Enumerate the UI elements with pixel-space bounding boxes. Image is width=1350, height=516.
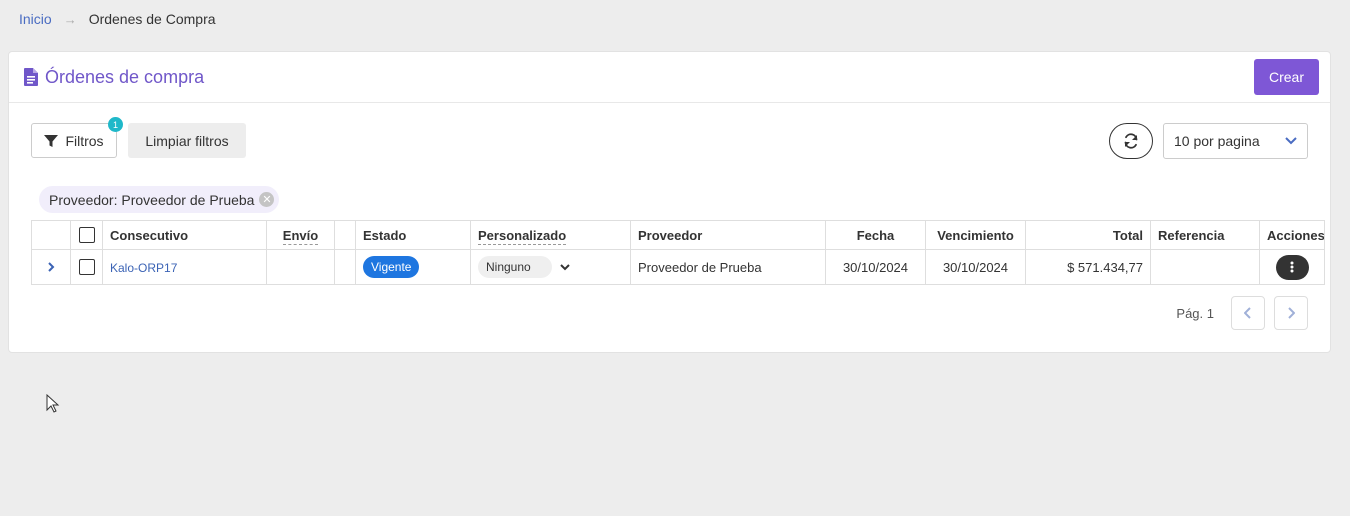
- active-filter-label: Proveedor: Proveedor de Prueba: [49, 191, 255, 208]
- page-title-text: Órdenes de compra: [45, 66, 205, 87]
- panel-header: Órdenes de compra Crear: [9, 52, 1330, 103]
- chevron-right-icon[interactable]: [47, 261, 55, 272]
- mouse-cursor-icon: [46, 394, 60, 413]
- column-proveedor[interactable]: Proveedor: [630, 220, 826, 250]
- filters-count-badge: 1: [108, 117, 123, 132]
- column-fecha[interactable]: Fecha: [825, 220, 926, 250]
- more-vertical-icon: [1290, 261, 1294, 273]
- cell-envio: [266, 249, 335, 285]
- column-consecutivo[interactable]: Consecutivo: [102, 220, 267, 250]
- select-all-checkbox[interactable]: [78, 227, 95, 244]
- chevron-down-icon: [1285, 137, 1297, 145]
- table-row: Kalo-ORP17 Vigente Ninguno Proveedor de …: [31, 249, 1325, 285]
- row-select-cell: [70, 249, 103, 285]
- cell-personalizado: Ninguno: [470, 249, 631, 285]
- order-link[interactable]: Kalo-ORP17: [110, 261, 177, 275]
- column-personalizado-label: Personalizado: [478, 227, 567, 245]
- close-circle-icon[interactable]: ✕: [259, 192, 275, 207]
- toolbar: Filtros 1 Limpiar filtros 10 por pagina: [31, 117, 1308, 159]
- column-spacer: [334, 220, 356, 250]
- previous-page-button[interactable]: [1231, 296, 1265, 330]
- custom-status-select[interactable]: Ninguno: [478, 256, 570, 278]
- cell-acciones: [1259, 249, 1325, 285]
- purchase-orders-table: Consecutivo Envío Estado Personalizado P…: [31, 220, 1325, 285]
- refresh-button[interactable]: [1109, 123, 1153, 159]
- per-page-value: 10 por pagina: [1174, 133, 1260, 149]
- breadcrumb-separator: →: [63, 11, 77, 27]
- filters-button-label: Filtros: [65, 132, 104, 149]
- breadcrumb-current: Ordenes de Compra: [88, 11, 216, 27]
- breadcrumb-home-link[interactable]: Inicio: [19, 11, 52, 27]
- cell-total: $ 571.434,77: [1025, 249, 1151, 285]
- chevron-down-icon: [560, 263, 570, 270]
- cell-proveedor: Proveedor de Prueba: [630, 249, 826, 285]
- column-personalizado[interactable]: Personalizado: [470, 220, 631, 250]
- column-total[interactable]: Total: [1025, 220, 1151, 250]
- column-vencimiento[interactable]: Vencimiento: [925, 220, 1026, 250]
- cell-estado: Vigente: [355, 249, 471, 285]
- column-envio-label: Envío: [282, 227, 319, 245]
- next-page-button[interactable]: [1274, 296, 1308, 330]
- custom-status-value: Ninguno: [478, 256, 552, 278]
- table-header-row: Consecutivo Envío Estado Personalizado P…: [31, 220, 1325, 250]
- row-expand-cell: [31, 249, 71, 285]
- breadcrumb: Inicio → Ordenes de Compra: [19, 11, 216, 27]
- status-badge: Vigente: [363, 256, 420, 278]
- cell-spacer: [334, 249, 356, 285]
- expand-header: [31, 220, 71, 250]
- column-envio[interactable]: Envío: [266, 220, 335, 250]
- per-page-select[interactable]: 10 por pagina: [1163, 123, 1308, 159]
- filters-button[interactable]: Filtros 1: [31, 117, 123, 158]
- refresh-icon: [1124, 133, 1138, 149]
- cell-referencia: [1150, 249, 1260, 285]
- column-estado[interactable]: Estado: [355, 220, 471, 250]
- file-text-icon: [24, 68, 38, 86]
- filter-icon: [44, 134, 59, 147]
- chevron-right-icon: [1288, 307, 1295, 319]
- purchase-orders-panel: Órdenes de compra Crear Filtros 1 Limpia…: [8, 51, 1331, 353]
- column-acciones: Acciones: [1259, 220, 1325, 250]
- select-all-header: [70, 220, 103, 250]
- row-checkbox[interactable]: [78, 259, 95, 276]
- active-filter-chip: Proveedor: Proveedor de Prueba ✕: [39, 186, 280, 213]
- cell-fecha: 30/10/2024: [825, 249, 926, 285]
- page-title: Órdenes de compra: [24, 67, 204, 88]
- page-indicator: Pág. 1: [1176, 305, 1214, 321]
- pagination: Pág. 1: [1176, 296, 1308, 330]
- clear-filters-button[interactable]: Limpiar filtros: [128, 123, 246, 158]
- row-actions-button[interactable]: [1275, 254, 1309, 280]
- column-referencia[interactable]: Referencia: [1150, 220, 1260, 250]
- chevron-left-icon: [1244, 307, 1251, 319]
- cell-consecutivo: Kalo-ORP17: [102, 249, 267, 285]
- cell-vencimiento: 30/10/2024: [925, 249, 1026, 285]
- create-button[interactable]: Crear: [1254, 59, 1319, 95]
